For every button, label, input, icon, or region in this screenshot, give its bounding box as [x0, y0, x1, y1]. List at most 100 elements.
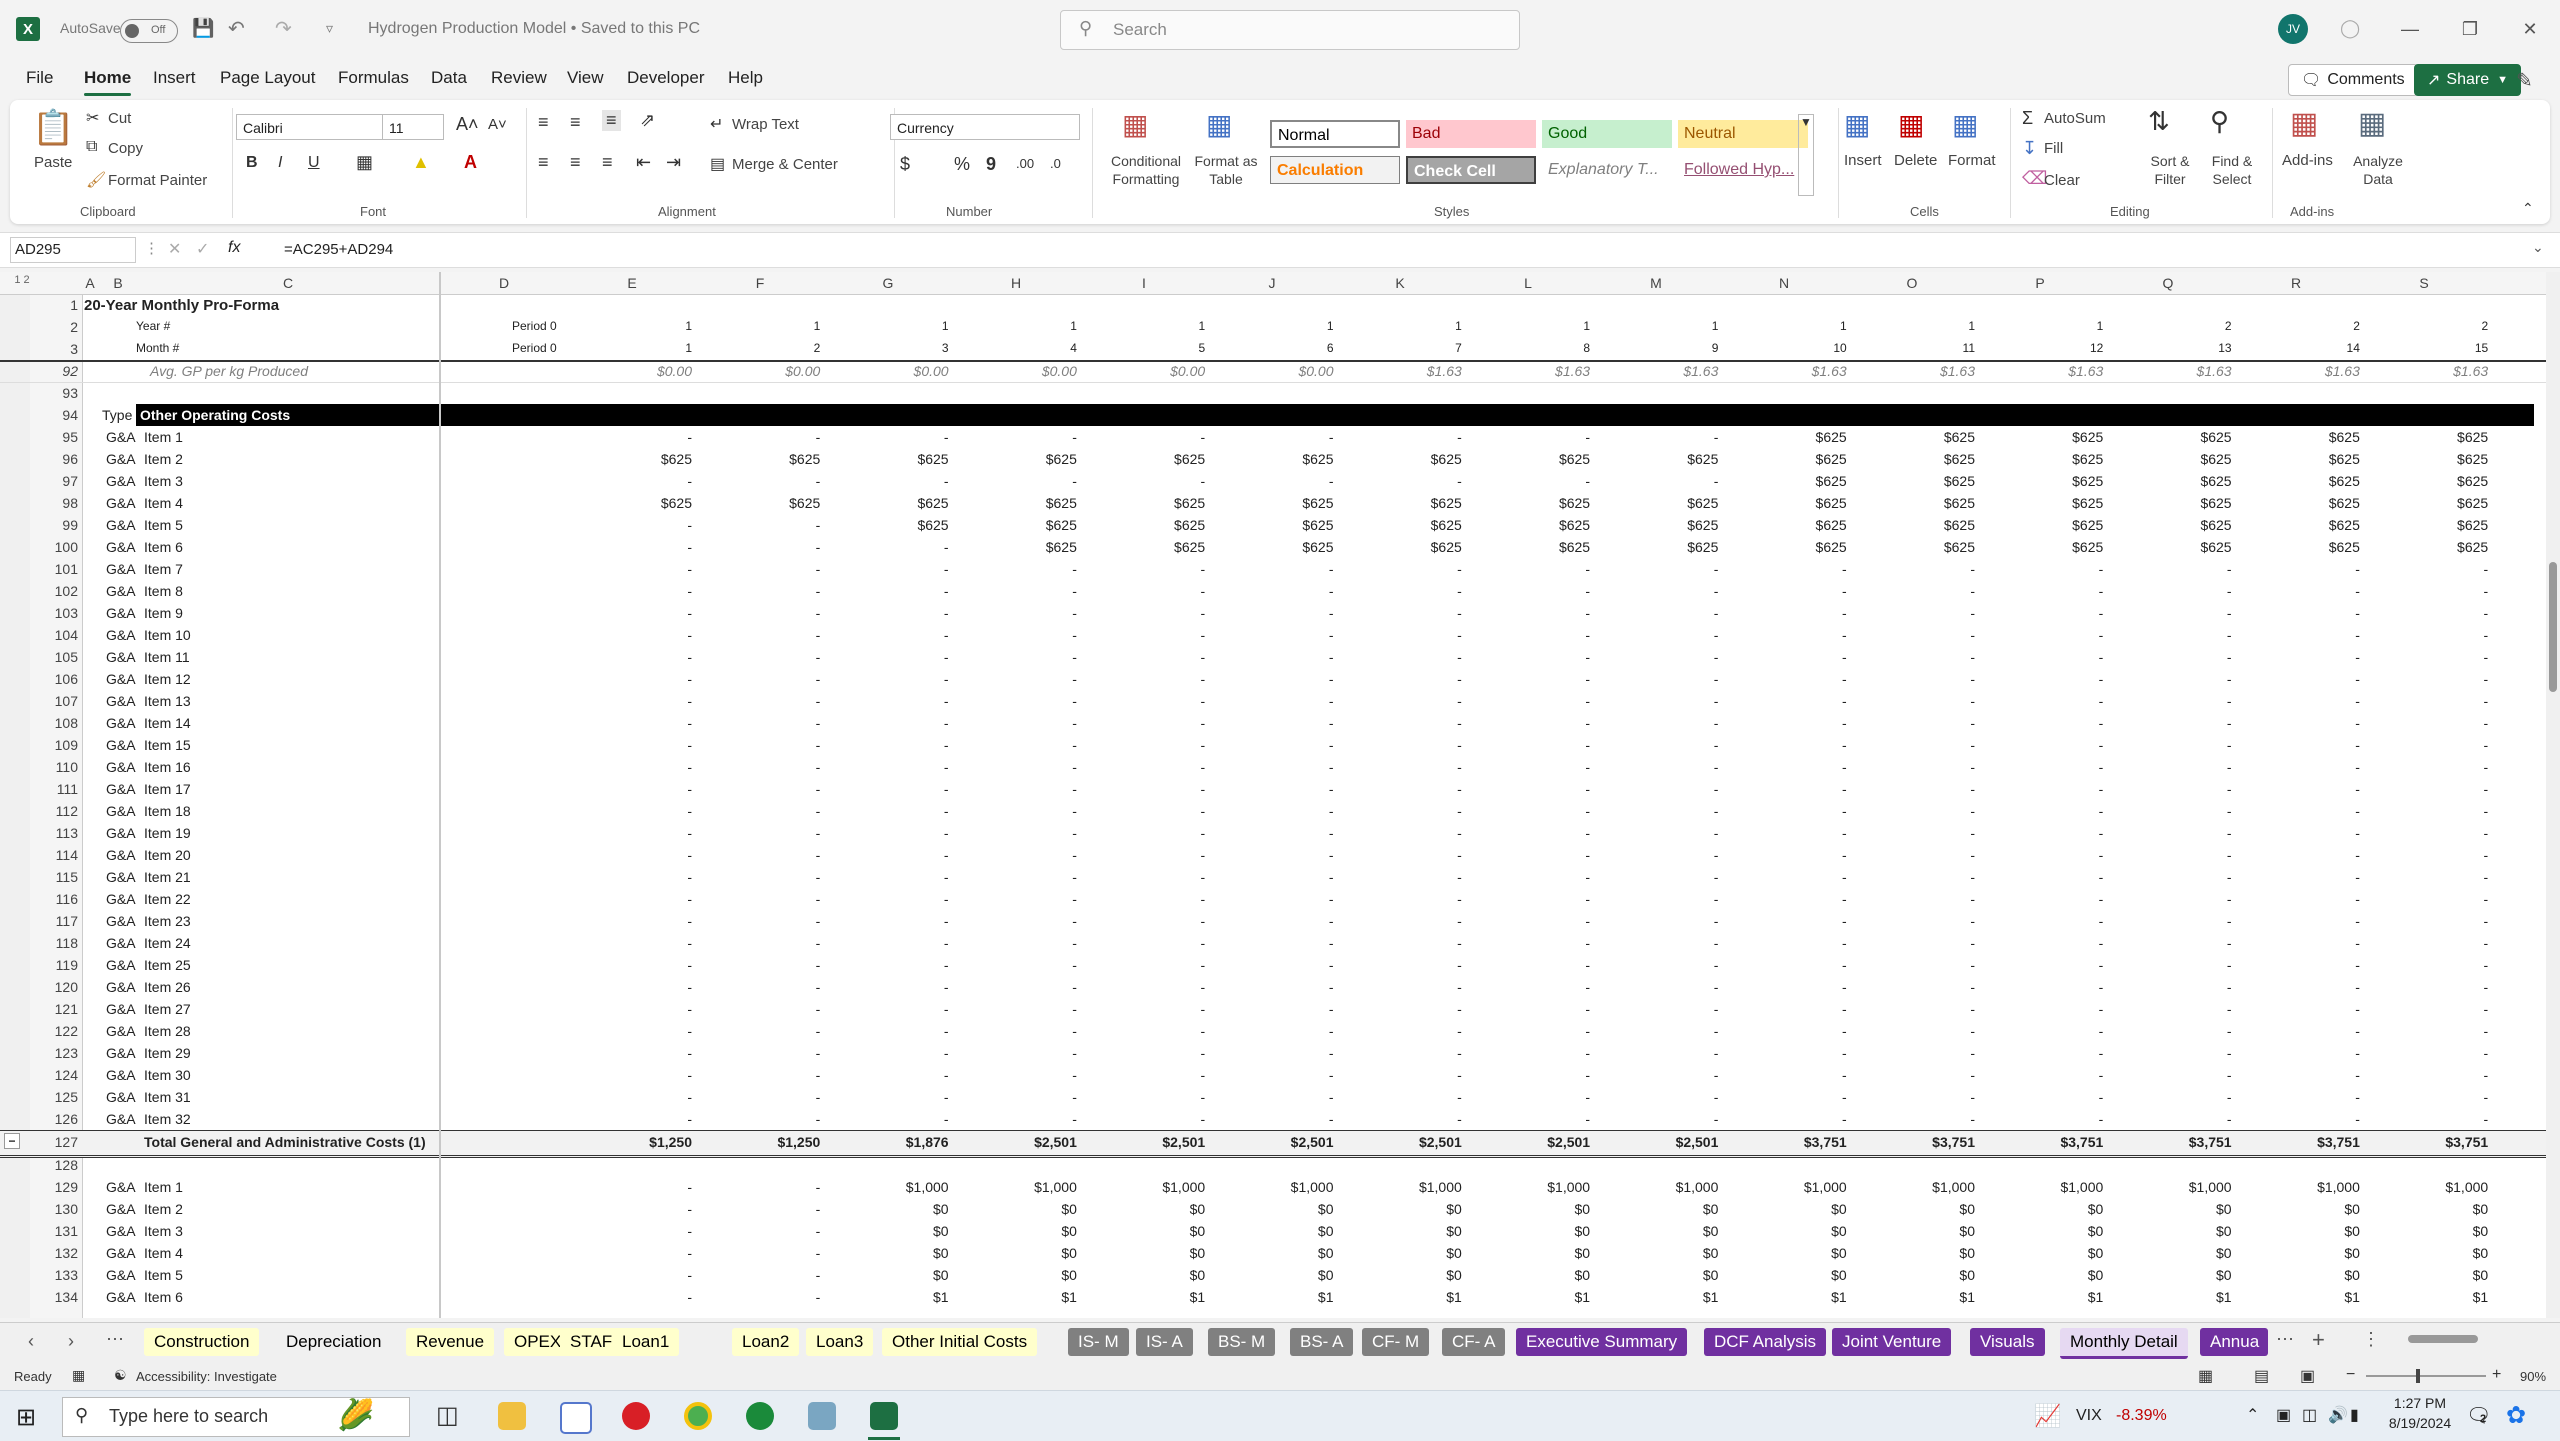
tab-file[interactable]: File [26, 68, 53, 88]
align-bottom-icon[interactable]: ≡ [602, 110, 621, 131]
table-row[interactable]: 131 G&A Item 3- - $0 $0 $0 $0 $0 $0 $0 $0 $0 $0 $0 $0 $0 [0, 1220, 2546, 1242]
value-cell[interactable]: - [1344, 1067, 1462, 1083]
opera-icon[interactable] [622, 1402, 650, 1430]
value-cell[interactable]: - [959, 1001, 1077, 1017]
row-number[interactable]: 121 [36, 1001, 78, 1017]
row-item[interactable]: Item 26 [144, 979, 191, 995]
value-cell[interactable]: - [1857, 715, 1975, 731]
value-cell[interactable]: $3,751 [1729, 1134, 1847, 1150]
sheet-tab-visuals[interactable]: Visuals [1970, 1328, 2045, 1356]
value-cell[interactable]: - [1600, 627, 1719, 643]
value-cell[interactable]: - [2114, 1089, 2232, 1105]
value-cell[interactable]: - [1985, 1023, 2104, 1039]
tab-developer[interactable]: Developer [627, 68, 705, 88]
value-cell[interactable]: - [702, 627, 821, 643]
value-cell[interactable]: $1 [1729, 1289, 1847, 1305]
value-cell[interactable]: - [1216, 429, 1334, 445]
value-cell[interactable]: - [574, 429, 692, 445]
value-cell[interactable]: - [702, 583, 821, 599]
value-cell[interactable]: 1 [574, 341, 692, 355]
row-item[interactable]: Item 31 [144, 1089, 191, 1105]
orientation-icon[interactable]: ⇗ [640, 110, 655, 131]
value-cell[interactable]: 1 [1857, 319, 1975, 333]
table-row[interactable]: 125 G&A Item 31- - - - - - - - - - - - - - - [0, 1086, 2546, 1108]
value-cell[interactable]: - [2242, 869, 2360, 885]
decrease-font-icon[interactable]: A˅ [488, 116, 507, 133]
row-item[interactable]: Item 8 [144, 583, 183, 599]
value-cell[interactable]: - [1344, 1001, 1462, 1017]
table-row[interactable]: 134 G&A Item 6- - $1 $1 $1 $1 $1 $1 $1 $1 $1 $1 $1 $1 $1 [0, 1286, 2546, 1308]
value-cell[interactable]: $0 [2242, 1223, 2360, 1239]
value-cell[interactable]: - [1216, 1067, 1334, 1083]
value-cell[interactable]: - [1729, 715, 1847, 731]
value-cell[interactable]: - [702, 693, 821, 709]
value-cell[interactable]: - [831, 913, 949, 929]
row-number[interactable]: 103 [36, 605, 78, 621]
value-cell[interactable]: - [1857, 847, 1975, 863]
value-cell[interactable]: - [1857, 803, 1975, 819]
value-cell[interactable]: - [1216, 1023, 1334, 1039]
scroll-left-icon[interactable]: ‹ [28, 1331, 34, 1352]
value-cell[interactable]: $625 [1857, 473, 1975, 489]
value-cell[interactable]: - [574, 1245, 692, 1261]
value-cell[interactable]: - [1344, 473, 1462, 489]
value-cell[interactable]: - [1472, 1111, 1590, 1127]
value-cell[interactable]: - [1729, 979, 1847, 995]
table-row[interactable]: 101 G&A Item 7--------------- [0, 558, 2546, 580]
value-cell[interactable]: $625 [1985, 517, 2103, 533]
value-cell[interactable]: - [959, 913, 1077, 929]
windows-start-icon[interactable]: ⊞ [16, 1403, 36, 1432]
value-cell[interactable]: - [831, 1045, 949, 1061]
value-cell[interactable]: 1 [574, 319, 692, 333]
value-cell[interactable]: - [1472, 781, 1590, 797]
value-cell[interactable]: - [2370, 737, 2489, 753]
value-cell[interactable]: - [1600, 1111, 1719, 1127]
value-cell[interactable]: - [2242, 781, 2360, 797]
value-cell[interactable]: - [574, 561, 692, 577]
value-cell[interactable]: - [2242, 957, 2360, 973]
value-cell[interactable]: - [574, 1001, 692, 1017]
row-type[interactable]: G&A [106, 1267, 136, 1283]
value-cell[interactable]: - [959, 803, 1077, 819]
value-cell[interactable]: - [1344, 429, 1462, 445]
value-cell[interactable]: - [2114, 1045, 2232, 1061]
column-header-h[interactable]: H [996, 275, 1036, 291]
value-cell[interactable]: - [702, 1245, 821, 1261]
value-cell[interactable]: - [1600, 803, 1719, 819]
table-row[interactable]: 114 G&A Item 20- - - - - - - - - - - - - - - [0, 844, 2546, 866]
value-cell[interactable]: - [2114, 737, 2232, 753]
table-row[interactable]: 123 G&A Item 29- - - - - - - - - - - - - - - [0, 1042, 2546, 1064]
value-cell[interactable]: - [959, 671, 1077, 687]
row-item[interactable]: Item 29 [144, 1045, 191, 1061]
value-cell[interactable]: $625 [1344, 451, 1462, 467]
row-item[interactable]: Item 5 [144, 1267, 183, 1283]
value-cell[interactable]: - [2114, 1023, 2232, 1039]
macro-icon[interactable]: ▦ [72, 1367, 85, 1384]
value-cell[interactable]: $2,501 [1472, 1134, 1590, 1150]
value-cell[interactable]: - [1472, 935, 1590, 951]
cancel-icon[interactable]: ✕ [168, 239, 181, 259]
cell-style-good[interactable]: Good [1542, 120, 1672, 148]
row-number[interactable]: 134 [36, 1289, 78, 1305]
value-cell[interactable]: - [2114, 781, 2232, 797]
value-cell[interactable]: - [2370, 1067, 2489, 1083]
value-cell[interactable]: - [702, 825, 821, 841]
value-cell[interactable]: $0 [831, 1201, 949, 1217]
value-cell[interactable]: $625 [702, 451, 820, 467]
row-item[interactable]: Item 32 [144, 1111, 191, 1127]
value-cell[interactable]: - [574, 1179, 692, 1195]
value-cell[interactable]: $625 [1472, 539, 1590, 555]
value-cell[interactable]: - [1087, 1023, 1206, 1039]
value-cell[interactable]: $1,000 [1087, 1179, 1205, 1195]
table-row[interactable]: 3 Month # Period 0 1 2 3 4 5 6 7 8 9 10 11 12 13 14 15 [0, 338, 2546, 362]
value-cell[interactable]: - [831, 583, 949, 599]
value-cell[interactable]: - [1600, 605, 1719, 621]
zoom-in-icon[interactable]: + [2492, 1366, 2501, 1384]
value-cell[interactable]: $0 [1216, 1223, 1334, 1239]
value-cell[interactable]: - [574, 1045, 692, 1061]
value-cell[interactable]: $1 [2370, 1289, 2489, 1305]
value-cell[interactable]: - [1216, 715, 1334, 731]
value-cell[interactable]: - [1600, 891, 1719, 907]
value-cell[interactable]: - [959, 605, 1077, 621]
value-cell[interactable]: - [1472, 671, 1590, 687]
